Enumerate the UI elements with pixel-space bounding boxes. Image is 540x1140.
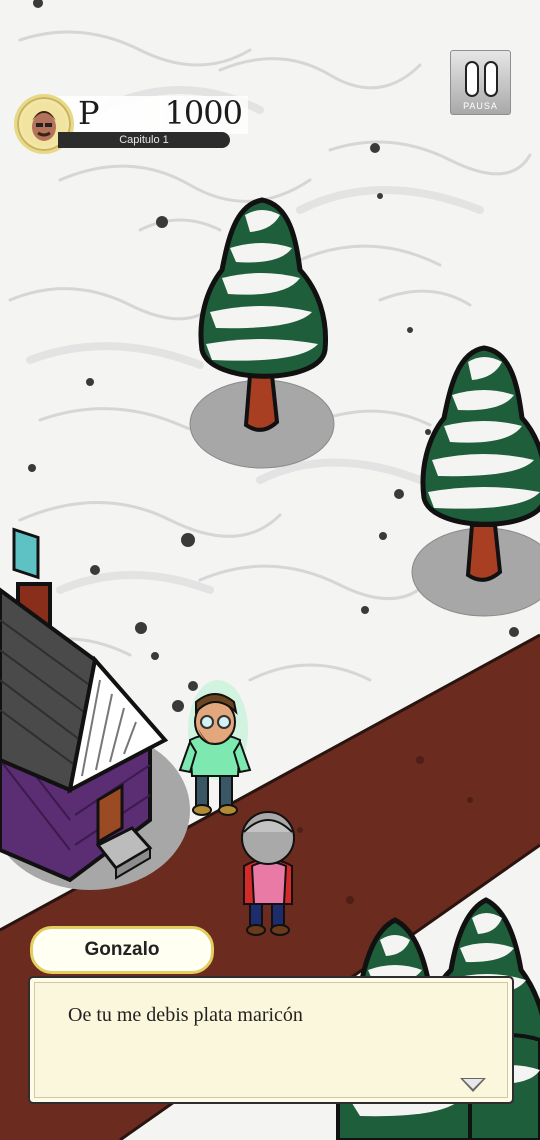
points-value: 1000: [164, 94, 243, 132]
points-prefix: P: [78, 94, 100, 132]
pause-label: PAUSA: [463, 101, 498, 111]
speaker-name-tag: Gonzalo: [30, 926, 214, 974]
down-triangle-icon[interactable]: [460, 1078, 486, 1092]
dialog-box[interactable]: Oe tu me debis plata maricón: [28, 976, 514, 1104]
dialog-text: Oe tu me debis plata maricón: [68, 1004, 303, 1026]
chapter-label: Capitulo 1: [58, 132, 230, 148]
pause-button[interactable]: PAUSA: [450, 50, 511, 115]
